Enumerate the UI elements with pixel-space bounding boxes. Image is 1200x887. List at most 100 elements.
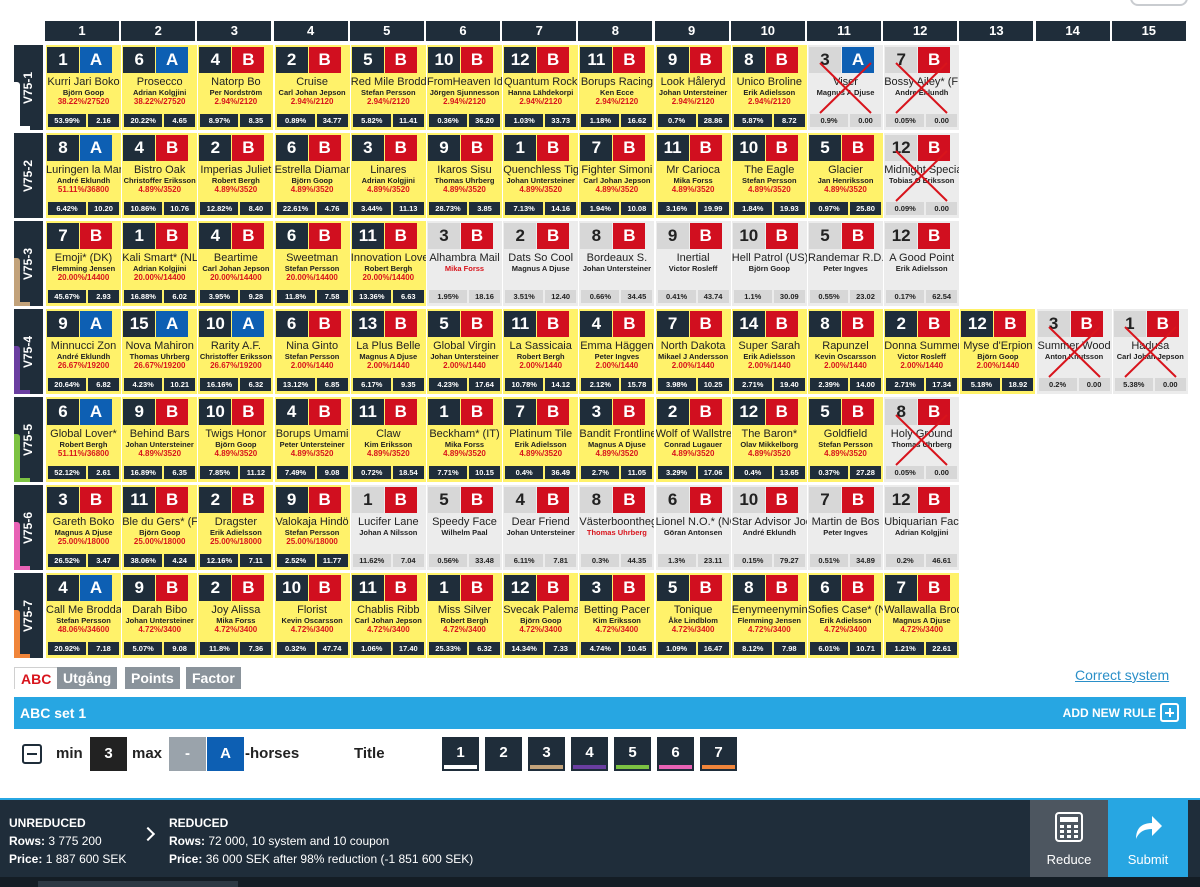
horse-cell[interactable]: 6 A Prosecco Adrian Kolgjini 38.22%/27520 20.… xyxy=(122,45,198,130)
horse-number[interactable]: 14 xyxy=(732,311,765,337)
horse-cell[interactable]: 1 B Lucifer Lane Johan A Nilsson 11.62% 7.04 xyxy=(350,485,426,570)
horse-number[interactable]: 13 xyxy=(351,311,384,337)
horse-cell[interactable]: 4 B Beartime Carl Johan Jepson 20.00%/14400 3… xyxy=(198,221,274,306)
abc-toggle[interactable]: B xyxy=(994,311,1027,337)
horse-cell[interactable]: 9 A Minnucci Zon André Eklundh 26.67%/19200 2… xyxy=(46,309,121,394)
horse-number[interactable]: 3 xyxy=(428,223,460,249)
abc-toggle[interactable]: B xyxy=(232,47,265,73)
horse-cell[interactable]: 11 B La Sassicaia Robert Bergh 2.00%/1440 10.… xyxy=(503,309,579,394)
horse-number[interactable]: 5 xyxy=(809,399,841,425)
horse-cell[interactable]: 1 B Miss Silver Robert Bergh 4.72%/3400 25.33… xyxy=(427,573,502,658)
abc-toggle[interactable]: B xyxy=(918,135,951,161)
horse-number[interactable]: 9 xyxy=(275,487,308,513)
horse-number[interactable]: 2 xyxy=(199,575,232,601)
horse-number[interactable]: 5 xyxy=(809,135,841,161)
horse-number[interactable]: 10 xyxy=(732,487,765,513)
abc-toggle[interactable]: B xyxy=(918,487,951,513)
horse-cell[interactable]: 10 B Florist Kevin Oscarsson 4.72%/3400 0.32%… xyxy=(274,573,350,658)
horse-cell[interactable]: 2 B Joy Alissa Mika Forss 4.72%/3400 11.8% 7.3… xyxy=(198,573,274,658)
horse-number[interactable]: 4 xyxy=(580,311,613,337)
horse-number[interactable]: 9 xyxy=(428,135,460,161)
abc-toggle[interactable]: B xyxy=(156,487,189,513)
abc-toggle[interactable]: B xyxy=(689,399,722,425)
horse-cell[interactable]: 5 B Global Virgin Johan Untersteiner 2.00%/1… xyxy=(427,309,502,394)
horse-number[interactable]: 10 xyxy=(199,399,232,425)
horse-number[interactable]: 4 xyxy=(123,135,156,161)
horse-number[interactable]: 11 xyxy=(656,135,689,161)
correct-system-link[interactable]: Correct system xyxy=(1075,667,1169,683)
abc-toggle[interactable]: B xyxy=(308,399,341,425)
horse-cell[interactable]: 5 B Randemar R.D. Peter Ingves 0.55% 23.02 xyxy=(808,221,883,306)
horse-cell[interactable]: 4 B Emma Häggen Peter Ingves 2.00%/1440 2.12%… xyxy=(579,309,655,394)
race-toggle[interactable]: 7 xyxy=(700,737,737,771)
horse-cell[interactable]: 12 B The Baron* Olav Mikkelborg 4.89%/3520 0.… xyxy=(731,397,807,482)
horse-number[interactable]: 11 xyxy=(351,575,384,601)
horse-cell[interactable]: 11 B Borups Racing Ken Ecce 2.94%/2120 1.18% 1… xyxy=(579,45,655,130)
abc-toggle[interactable]: B xyxy=(384,487,417,513)
horse-number[interactable]: 12 xyxy=(885,487,918,513)
horse-cell[interactable]: 11 B Innovation Love Robert Bergh 20.00%/144… xyxy=(350,221,426,306)
horse-cell[interactable]: 1 B Hadusa Carl Johan Jepson 5.38% 0.00 xyxy=(1112,309,1188,394)
horse-cell[interactable]: 3 B Betting Pacer Kim Eriksson 4.72%/3400 4.7… xyxy=(579,573,655,658)
horse-number[interactable]: 12 xyxy=(732,399,765,425)
horse-number[interactable]: 1 xyxy=(504,135,537,161)
abc-toggle[interactable]: B xyxy=(384,575,417,601)
race-toggle[interactable]: 4 xyxy=(571,737,608,771)
abc-toggle[interactable]: B xyxy=(232,487,265,513)
horse-number[interactable]: 10 xyxy=(732,223,765,249)
tab-abc[interactable]: ABC xyxy=(14,667,59,689)
abc-toggle[interactable]: B xyxy=(308,311,341,337)
horse-cell[interactable]: 2 B Dats So Cool Magnus A Djuse 3.51% 12.40 xyxy=(503,221,579,306)
horse-cell[interactable]: 9 B Ikaros Sisu Thomas Uhrberg 4.89%/3520 28.… xyxy=(427,133,502,218)
horse-cell[interactable]: 6 B Nina Ginto Stefan Persson 2.00%/1440 13.1… xyxy=(274,309,350,394)
horse-cell[interactable]: 8 B Eenymeenymine Flemming Jensen 4.72%/3400… xyxy=(731,573,807,658)
abc-toggle[interactable]: B xyxy=(537,575,570,601)
horse-cell[interactable]: 2 B Imperias Juliet Robert Bergh 4.89%/3520 1… xyxy=(198,133,274,218)
horse-cell[interactable]: 6 A Global Lover* Robert Bergh 51.11%/36800 5… xyxy=(46,397,121,482)
abc-toggle[interactable]: B xyxy=(384,311,417,337)
horse-number[interactable]: 1 xyxy=(351,487,384,513)
horse-number[interactable]: 7 xyxy=(47,223,79,249)
abc-toggle[interactable]: B xyxy=(461,487,493,513)
horse-cell[interactable]: 12 B Quantum Rock Hanna Lähdekorpi 2.94%/212… xyxy=(503,45,579,130)
add-new-rule-button[interactable]: ADD NEW RULE xyxy=(1063,706,1156,720)
horse-cell[interactable]: 12 B Midnight Special Tobias O Eriksson 0.09… xyxy=(884,133,960,218)
abc-toggle[interactable]: B xyxy=(689,487,722,513)
horse-number[interactable]: 2 xyxy=(504,223,537,249)
horse-number[interactable]: 1 xyxy=(123,223,156,249)
horse-cell[interactable]: 8 B Holy Ground Thomas Uhrberg 0.05% 0.00 xyxy=(884,397,960,482)
abc-toggle[interactable]: B xyxy=(232,399,265,425)
abc-toggle[interactable]: B xyxy=(308,223,341,249)
horse-number[interactable]: 1 xyxy=(1113,311,1146,337)
horse-cell[interactable]: 10 B The Eagle Stefan Persson 4.89%/3520 1.84… xyxy=(731,133,807,218)
horse-number[interactable]: 1 xyxy=(47,47,79,73)
horse-number[interactable]: 12 xyxy=(504,575,537,601)
horse-number[interactable]: 4 xyxy=(275,399,308,425)
tab-factor[interactable]: Factor xyxy=(186,667,241,689)
letter-select[interactable]: A xyxy=(207,737,244,771)
horse-cell[interactable]: 4 B Borups Umami Peter Untersteiner 4.89%/35… xyxy=(274,397,350,482)
horse-cell[interactable]: 5 B Speedy Face Wilhelm Paal 0.56% 33.48 xyxy=(427,485,502,570)
abc-toggle[interactable]: B xyxy=(461,223,493,249)
horse-number[interactable]: 4 xyxy=(504,487,537,513)
horse-cell[interactable]: 2 B Cruise Carl Johan Jepson 2.94%/2120 0.89%… xyxy=(274,45,350,130)
abc-toggle[interactable]: B xyxy=(308,47,341,73)
horse-cell[interactable]: 9 B Inertial Victor Rosleff 0.41% 43.74 xyxy=(655,221,731,306)
horse-cell[interactable]: 8 B Bordeaux S. Johan Untersteiner 0.66% 34.4… xyxy=(579,221,655,306)
horse-number[interactable]: 7 xyxy=(885,47,918,73)
horse-number[interactable]: 6 xyxy=(123,47,156,73)
horse-cell[interactable]: 7 B Platinum Tile Erik Adielsson 4.89%/3520 0… xyxy=(503,397,579,482)
horse-number[interactable]: 11 xyxy=(351,223,384,249)
horse-cell[interactable]: 1 A Kurri Jari Boko Björn Goop 38.22%/27520 5… xyxy=(46,45,121,130)
horse-number[interactable]: 6 xyxy=(47,399,79,425)
abc-toggle[interactable]: B xyxy=(918,311,951,337)
abc-toggle[interactable]: B xyxy=(461,47,493,73)
abc-toggle[interactable]: B xyxy=(156,135,189,161)
horse-number[interactable]: 7 xyxy=(809,487,841,513)
horse-number[interactable]: 7 xyxy=(580,135,613,161)
reduce-button[interactable]: Reduce xyxy=(1030,800,1108,878)
race-toggle[interactable]: 1 xyxy=(442,737,479,771)
abc-toggle[interactable]: B xyxy=(842,223,874,249)
horse-number[interactable]: 3 xyxy=(1037,311,1070,337)
horse-number[interactable]: 7 xyxy=(504,399,537,425)
